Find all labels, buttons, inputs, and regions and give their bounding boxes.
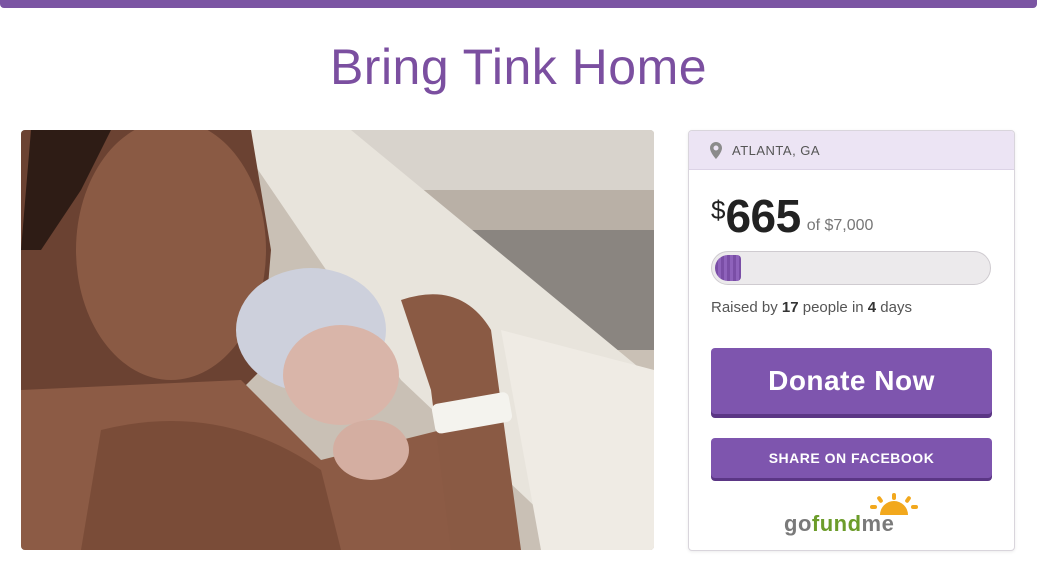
- location-bar: ATLANTA, GA: [689, 131, 1014, 170]
- gofundme-wordmark: gofundme: [784, 511, 895, 536]
- campaign-photo: [21, 130, 654, 550]
- amount-raised: 665: [725, 190, 801, 242]
- amount-row: $ 665 of $7,000: [711, 189, 873, 243]
- goal-amount: of $7,000: [806, 217, 874, 234]
- donation-card: ATLANTA, GA $ 665 of $7,000 Raised by 17…: [688, 130, 1015, 551]
- location-pin-icon: [710, 141, 722, 159]
- page-title: Bring Tink Home: [329, 39, 708, 95]
- progress-bar-fill: [715, 255, 741, 281]
- share-on-facebook-button[interactable]: SHARE ON FACEBOOK: [711, 438, 992, 478]
- location-label: ATLANTA, GA: [732, 142, 821, 158]
- currency-symbol: $: [711, 195, 726, 225]
- raised-summary: Raised by 17 people in 4 days: [711, 299, 912, 316]
- progress-bar: [711, 251, 991, 285]
- gofundme-logo[interactable]: gofundme: [784, 493, 924, 539]
- top-accent-bar: [0, 0, 1037, 8]
- people-count: 17: [781, 299, 799, 316]
- days-count: 4: [867, 299, 877, 316]
- donate-now-button[interactable]: Donate Now: [711, 348, 992, 414]
- raised-prefix: Raised by: [711, 299, 782, 316]
- raised-mid: people in: [798, 299, 868, 316]
- raised-suffix: days: [876, 299, 912, 316]
